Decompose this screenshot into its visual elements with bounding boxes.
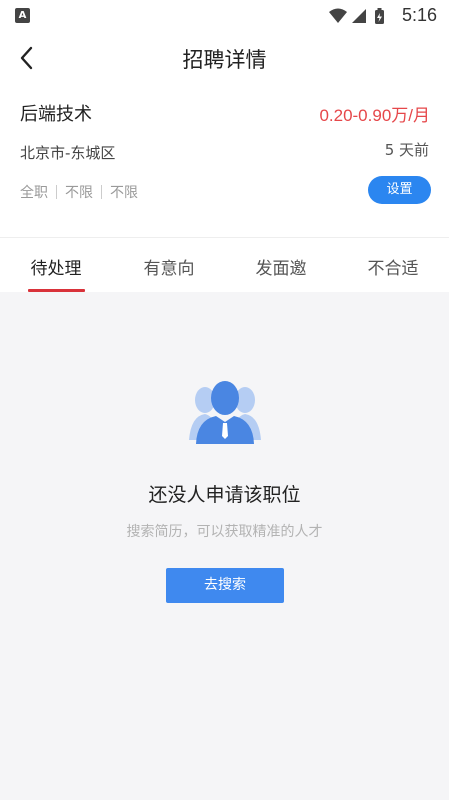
tag-education: 不限 (65, 185, 93, 201)
app-header: 招聘详情 (0, 32, 449, 84)
page-title: 招聘详情 (182, 48, 267, 72)
app-badge-icon: A (15, 8, 30, 23)
job-tags: 全职 不限 不限 (20, 182, 138, 202)
clock: 5:16 (401, 5, 437, 25)
status-bar: A 5:16 (0, 0, 449, 32)
tag-employment-type: 全职 (20, 185, 48, 201)
wifi-icon (329, 8, 347, 23)
go-search-button[interactable]: 去搜索 (166, 568, 284, 603)
empty-state-title: 还没人申请该职位 (148, 484, 301, 506)
active-tab-indicator (28, 289, 85, 292)
tag-divider (56, 185, 57, 199)
job-location: 北京市-东城区 (20, 144, 116, 162)
signal-icon (352, 9, 366, 23)
tab-unsuitable[interactable]: 不合适 (348, 254, 438, 279)
status-icons (329, 8, 384, 24)
posted-time: 5 天前 (384, 141, 429, 159)
tab-interested[interactable]: 有意向 (124, 254, 214, 279)
tag-divider (101, 185, 102, 199)
tag-experience: 不限 (110, 185, 138, 201)
tab-pending[interactable]: 待处理 (11, 254, 101, 279)
salary-range: 0.20-0.90万/月 (319, 106, 430, 125)
settings-button[interactable]: 设置 (368, 176, 431, 204)
person-group-icon (189, 381, 261, 444)
empty-state-subtitle: 搜索简历，可以获取精准的人才 (126, 524, 323, 540)
job-title: 后端技术 (20, 104, 92, 125)
battery-icon (375, 8, 384, 24)
applicant-tabs: 待处理 有意向 发面邀 不合适 (0, 237, 449, 292)
tab-interview-invited[interactable]: 发面邀 (236, 254, 326, 279)
